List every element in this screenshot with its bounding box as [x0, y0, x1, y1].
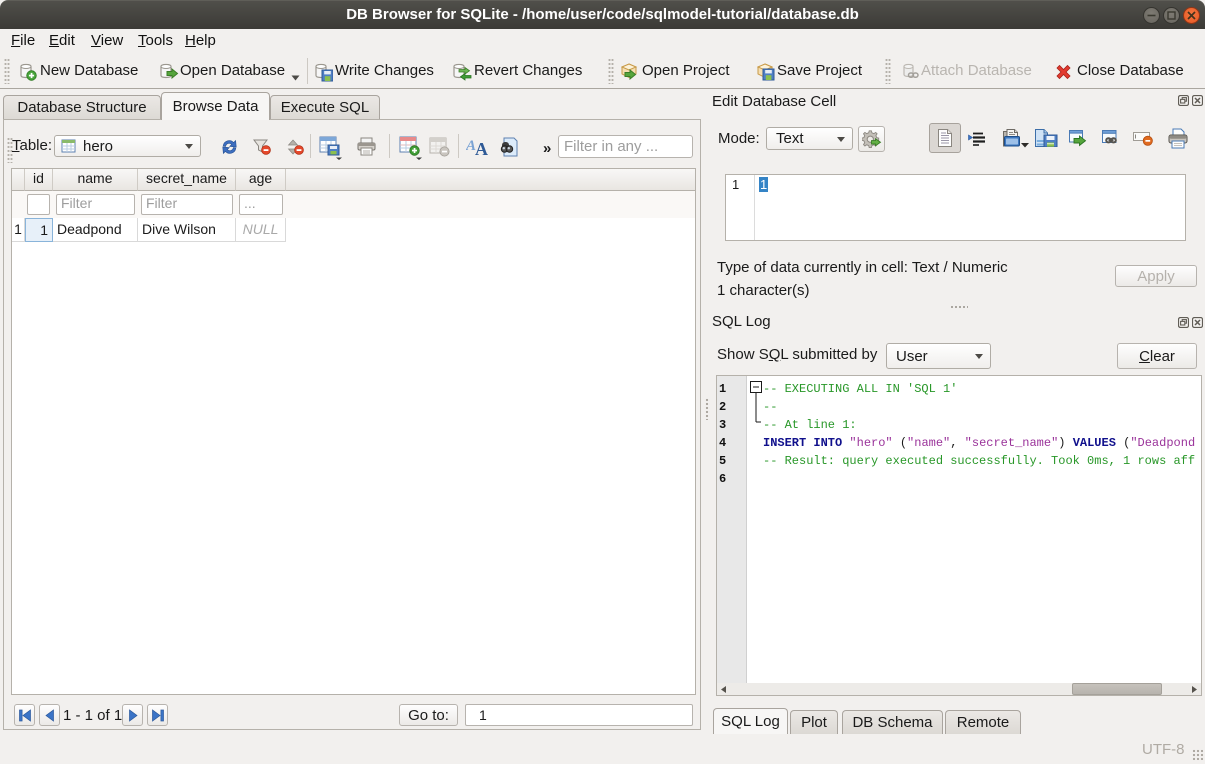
- svg-text:A: A: [475, 139, 488, 158]
